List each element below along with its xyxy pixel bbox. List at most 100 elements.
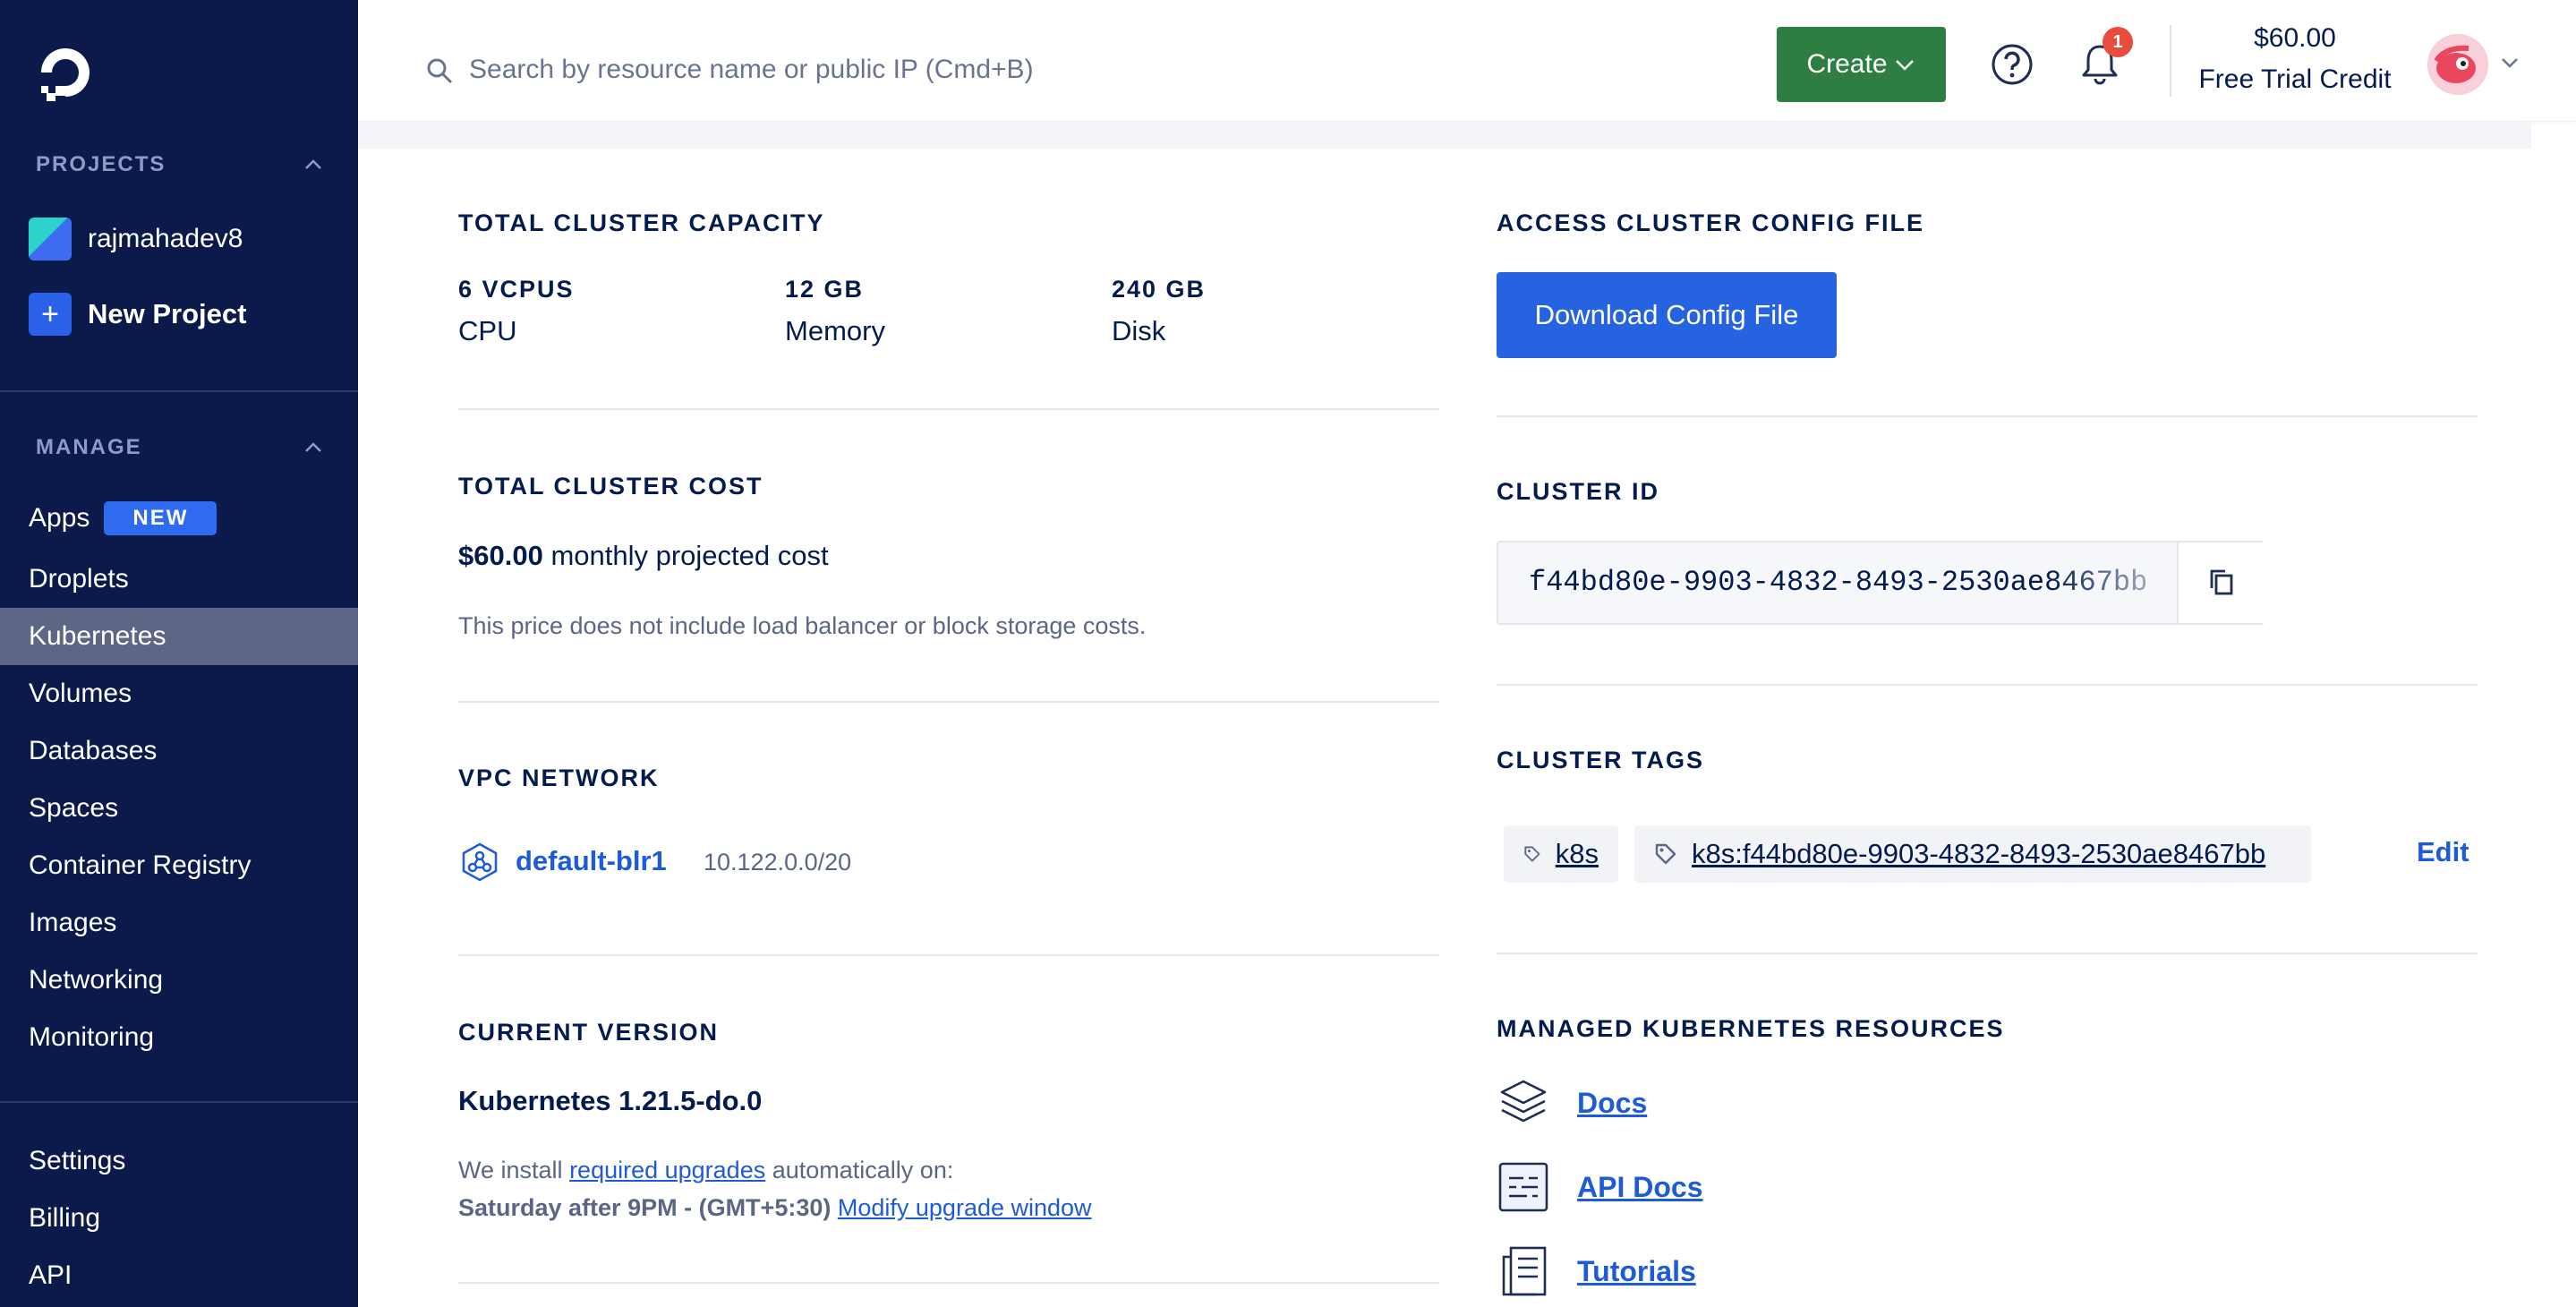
cost-suffix: monthly projected cost [550, 540, 829, 571]
project-item-rajmahadev8[interactable]: rajmahadev8 [29, 218, 243, 261]
cost-note: This price does not include load balance… [458, 612, 1147, 639]
cost-title: TOTAL CLUSTER COST [458, 473, 763, 500]
resource-docs[interactable]: Docs [1497, 1076, 1647, 1130]
sidebar-divider [0, 390, 358, 392]
config-title: ACCESS CLUSTER CONFIG FILE [1497, 209, 1925, 236]
digitalocean-logo-icon[interactable] [34, 41, 97, 104]
new-project-button[interactable]: + New Project [29, 293, 246, 336]
copy-button[interactable] [2177, 542, 2265, 623]
project-icon [29, 218, 72, 261]
vpc-cidr: 10.122.0.0/20 [704, 849, 852, 876]
sidebar-item-apps[interactable]: Apps NEW [0, 490, 358, 547]
resource-label[interactable]: API Docs [1577, 1171, 1702, 1204]
sidebar-item-kubernetes[interactable]: Kubernetes [0, 608, 358, 665]
disk-label: Disk [1112, 315, 1166, 346]
required-upgrades-link[interactable]: required upgrades [569, 1157, 765, 1183]
sidebar-item-monitoring[interactable]: Monitoring [0, 1009, 358, 1066]
page-header-strip [358, 122, 2531, 149]
sidebar-item-networking[interactable]: Networking [0, 952, 358, 1009]
download-config-button[interactable]: Download Config File [1497, 272, 1837, 358]
sidebar-item-label: Settings [29, 1146, 126, 1175]
cost-amount: $60.00 [458, 540, 543, 571]
section-divider [458, 408, 1439, 410]
sidebar-item-label: Images [29, 908, 117, 937]
search-icon [427, 58, 453, 84]
section-divider [458, 1282, 1439, 1284]
install-suffix: automatically on: [772, 1157, 954, 1183]
sidebar: PROJECTS rajmahadev8 + New Project MANAG… [0, 0, 358, 1307]
resource-tutorials[interactable]: Tutorials [1497, 1244, 1696, 1298]
sidebar-item-label: Droplets [29, 564, 129, 594]
capacity-title: TOTAL CLUSTER CAPACITY [458, 209, 825, 236]
tag-label[interactable]: k8s [1556, 838, 1599, 870]
resources-title: MANAGED KUBERNETES RESOURCES [1497, 1015, 2005, 1042]
upgrade-window: Saturday after 9PM - (GMT+5:30) [458, 1194, 832, 1221]
section-divider [1497, 952, 2478, 954]
project-label: rajmahadev8 [88, 224, 243, 253]
tag-chip[interactable]: k8s:f44bd80e-9903-4832-8493-2530ae8467bb [1634, 825, 2311, 883]
sidebar-item-api[interactable]: API [0, 1247, 358, 1304]
sidebar-item-billing[interactable]: Billing [0, 1190, 358, 1247]
credit-amount[interactable]: $60.00 [2193, 23, 2397, 54]
sidebar-item-label: Networking [29, 965, 164, 995]
sidebar-item-label: API [29, 1260, 73, 1290]
edit-tags-link[interactable]: Edit [2417, 836, 2469, 868]
sidebar-item-settings[interactable]: Settings [0, 1132, 358, 1190]
chevron-down-icon [1895, 60, 1914, 71]
resource-api-docs[interactable]: API Docs [1497, 1160, 1702, 1214]
disk-value: 240 GB [1112, 276, 1207, 303]
install-prefix: We install [458, 1157, 563, 1183]
header-divider [2170, 25, 2171, 97]
sidebar-item-label: Spaces [29, 793, 119, 823]
credit-label[interactable]: Free Trial Credit [2193, 64, 2397, 95]
cluster-id-value[interactable]: f44bd80e-9903-4832-8493-2530ae8467bb [1529, 566, 2164, 599]
sidebar-item-databases[interactable]: Databases [0, 722, 358, 780]
cost-line: $60.00 monthly projected cost [458, 540, 829, 572]
sidebar-item-label: Monitoring [29, 1022, 155, 1052]
vpc-title: VPC NETWORK [458, 765, 660, 791]
sidebar-item-label: Billing [29, 1203, 101, 1233]
upgrade-window-line: Saturday after 9PM - (GMT+5:30) Modify u… [458, 1194, 1092, 1222]
plus-icon: + [29, 293, 72, 336]
chevron-up-icon[interactable] [301, 152, 326, 177]
copy-icon [2210, 569, 2233, 595]
upgrade-info-line: We install required upgrades automatical… [458, 1157, 953, 1184]
search-input[interactable] [469, 45, 1275, 95]
memory-label: Memory [785, 315, 885, 346]
vpc-network-icon [462, 842, 498, 882]
chevron-down-icon[interactable] [2497, 50, 2522, 75]
create-label: Create [1806, 49, 1888, 79]
section-divider [1497, 684, 2478, 686]
tag-label[interactable]: k8s:f44bd80e-9903-4832-8493-2530ae8467bb [1692, 838, 2265, 870]
vpc-name-link[interactable]: default-blr1 [516, 845, 667, 877]
notification-count-badge: 1 [2103, 27, 2133, 57]
sidebar-item-images[interactable]: Images [0, 894, 358, 952]
tag-icon [1524, 846, 1540, 862]
new-project-label: New Project [88, 298, 247, 329]
manage-section-title: MANAGE [36, 435, 142, 459]
section-divider [458, 701, 1439, 703]
resource-label[interactable]: Docs [1577, 1087, 1647, 1120]
section-divider [458, 954, 1439, 956]
resource-label[interactable]: Tutorials [1577, 1255, 1696, 1288]
cpu-value: 6 VCPUS [458, 276, 575, 303]
avatar[interactable] [2427, 34, 2488, 95]
sidebar-item-spaces[interactable]: Spaces [0, 780, 358, 837]
sidebar-item-volumes[interactable]: Volumes [0, 665, 358, 722]
sidebar-item-label: Apps [29, 503, 90, 533]
create-button[interactable]: Create [1777, 27, 1946, 102]
help-icon[interactable] [1991, 43, 2034, 86]
sidebar-item-label: Kubernetes [29, 621, 166, 651]
tutorial-icon [1502, 1246, 1547, 1296]
modify-upgrade-window-link[interactable]: Modify upgrade window [838, 1194, 1092, 1221]
sidebar-item-container-registry[interactable]: Container Registry [0, 837, 358, 894]
sidebar-item-label: Container Registry [29, 850, 252, 880]
memory-value: 12 GB [785, 276, 865, 303]
chevron-up-icon[interactable] [301, 435, 326, 460]
sidebar-item-droplets[interactable]: Droplets [0, 551, 358, 608]
version-value: Kubernetes 1.21.5-do.0 [458, 1085, 763, 1116]
tag-chip[interactable]: k8s [1504, 825, 1618, 883]
cpu-label: CPU [458, 315, 517, 346]
cluster-id-field: f44bd80e-9903-4832-8493-2530ae8467bb [1497, 541, 2265, 625]
new-badge: NEW [104, 501, 218, 535]
